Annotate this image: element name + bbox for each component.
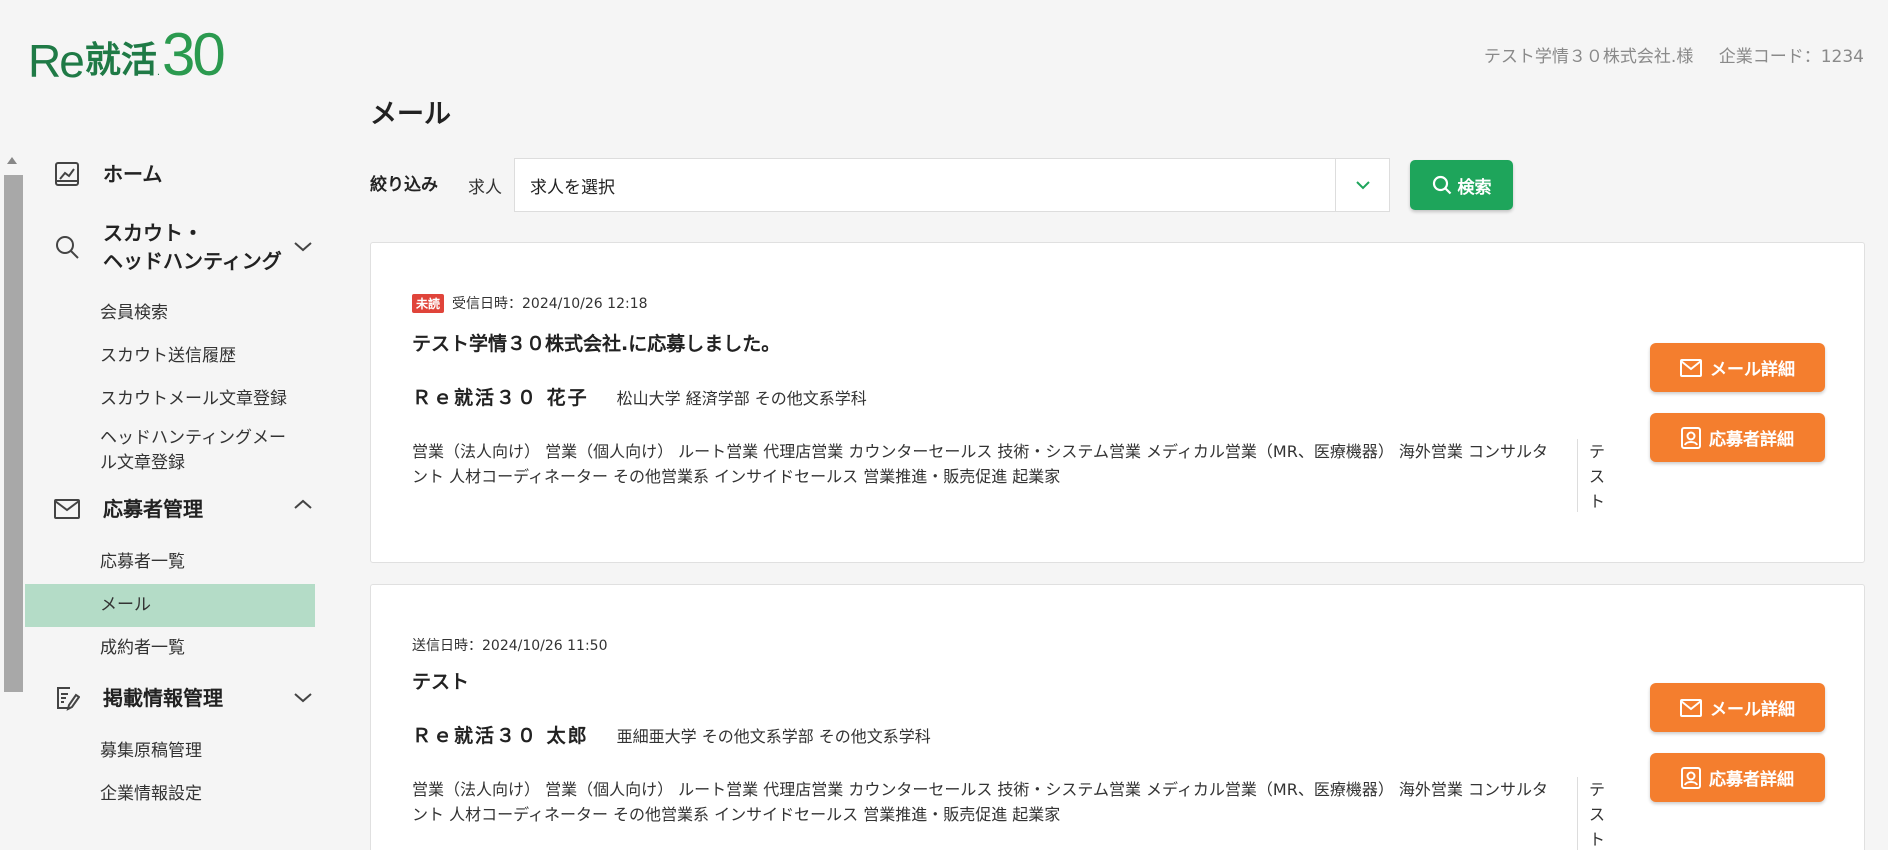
mail-icon (1680, 358, 1702, 377)
home-chart-icon (53, 160, 81, 188)
sidebar: ホーム スカウト・ ヘッドハンティング 会員検索 スカウト送信履歴 スカウトメー… (25, 150, 315, 816)
mail-detail-label: メール詳細 (1710, 360, 1795, 380)
message-date: 送信日時：2024/10/26 11:50 (412, 638, 608, 654)
search-button-label: 検索 (1457, 177, 1492, 198)
sidebar-scout-label: スカウト・ ヘッドハンティング (103, 221, 282, 273)
sidebar-home-label: ホーム (103, 162, 163, 186)
message-meta: 送信日時：2024/10/26 11:50 (412, 635, 608, 655)
mail-detail-button[interactable]: メール詳細 (1650, 343, 1825, 392)
filter-label: 絞り込み (370, 175, 438, 195)
logo-number: 30 (162, 21, 226, 88)
filter-job-label: 求人 (468, 177, 502, 198)
unread-badge: 未読 (412, 293, 445, 313)
mail-icon (53, 495, 81, 523)
company-name: テスト学情３０株式会社.様 (1483, 47, 1694, 67)
scroll-up-arrow-icon[interactable] (7, 157, 17, 164)
sidebar-item-home[interactable]: ホーム (25, 150, 315, 198)
company-code: 企業コード：1234 (1718, 47, 1864, 67)
sidebar-item-scout[interactable]: スカウト・ ヘッドハンティング (25, 216, 315, 278)
sidebar-item-headhunting-template[interactable]: ヘッドハンティングメー ル文章登録 (25, 421, 315, 481)
logo-prefix: Re (28, 35, 85, 87)
message-card: 未読 受信日時：2024/10/26 12:18 テスト学情３０株式会社.に応募… (370, 242, 1865, 563)
message-meta: 未読 受信日時：2024/10/26 12:18 (412, 293, 648, 313)
brand-logo[interactable]: Re 就活 . 30 (28, 21, 226, 88)
search-icon (53, 233, 81, 261)
chevron-up-icon[interactable] (291, 493, 315, 517)
scroll-thumb[interactable] (4, 175, 23, 692)
desired-jobs: 営業（法人向け） 営業（個人向け） ルート営業 代理店営業 カウンターセールス … (412, 442, 1549, 486)
divider (1577, 777, 1578, 850)
sidebar-item-member-search[interactable]: 会員検索 (25, 292, 315, 335)
sidebar-applicants-label: 応募者管理 (103, 497, 203, 521)
search-button[interactable]: 検索 (1410, 160, 1513, 210)
sidebar-listing-label: 掲載情報管理 (103, 686, 223, 710)
sidebar-scrollbar[interactable] (0, 153, 25, 850)
job-tag: テスト (1589, 442, 1606, 511)
filter-bar: 絞り込み 求人 求人を選択 検索 (370, 158, 1513, 212)
sidebar-item-mail[interactable]: メール (25, 584, 315, 627)
applicant-detail-button[interactable]: 応募者詳細 (1650, 413, 1825, 462)
message-date: 受信日時：2024/10/26 12:18 (452, 296, 648, 312)
applicant-info: Ｒｅ就活３０ 花子 松山大学 経済学部 その他文系学科 (412, 383, 867, 410)
applicant-name: Ｒｅ就活３０ 花子 (412, 387, 589, 409)
mail-icon (1680, 698, 1702, 717)
applicant-info: Ｒｅ就活３０ 太郎 亜細亜大学 その他文系学部 その他文系学科 (412, 721, 931, 748)
logo-kanji: 就活 (84, 40, 157, 81)
company-info: テスト学情３０株式会社.様 企業コード：1234 (1484, 42, 1864, 67)
applicant-school: 亜細亜大学 その他文系学部 その他文系学科 (616, 727, 931, 746)
mail-detail-button[interactable]: メール詳細 (1650, 683, 1825, 732)
job-select-value: 求人を選択 (530, 177, 615, 198)
sidebar-item-scout-history[interactable]: スカウト送信履歴 (25, 335, 315, 378)
message-card: 送信日時：2024/10/26 11:50 テスト Ｒｅ就活３０ 太郎 亜細亜大… (370, 584, 1865, 850)
logo-dot: . (156, 67, 161, 78)
chevron-down-icon[interactable] (291, 235, 315, 259)
sidebar-item-listing[interactable]: 掲載情報管理 (25, 674, 315, 722)
chevron-down-icon[interactable] (1335, 159, 1389, 211)
sidebar-item-applicant-list[interactable]: 応募者一覧 (25, 541, 315, 584)
edit-document-icon (53, 684, 81, 712)
message-subject: テスト (412, 671, 470, 693)
job-select[interactable]: 求人を選択 (514, 158, 1390, 212)
message-subject: テスト学情３０株式会社.に応募しました。 (412, 333, 781, 355)
search-icon (1432, 175, 1451, 195)
sidebar-item-company-settings[interactable]: 企業情報設定 (25, 773, 315, 816)
applicant-detail-button[interactable]: 応募者詳細 (1650, 753, 1825, 802)
mail-detail-label: メール詳細 (1710, 700, 1795, 720)
sidebar-item-applicants[interactable]: 応募者管理 (25, 485, 315, 533)
applicant-detail-label: 応募者詳細 (1709, 430, 1794, 450)
sidebar-item-job-posts[interactable]: 募集原稿管理 (25, 730, 315, 773)
page-title: メール (370, 99, 451, 130)
profile-icon (1681, 766, 1701, 789)
applicant-name: Ｒｅ就活３０ 太郎 (412, 725, 589, 747)
chevron-down-icon[interactable] (291, 686, 315, 710)
job-tag: テスト (1589, 780, 1606, 849)
desired-jobs: 営業（法人向け） 営業（個人向け） ルート営業 代理店営業 カウンターセールス … (412, 780, 1549, 824)
profile-icon (1681, 426, 1701, 449)
sidebar-item-contracted-list[interactable]: 成約者一覧 (25, 627, 315, 670)
applicant-school: 松山大学 経済学部 その他文系学科 (616, 389, 867, 408)
divider (1577, 439, 1578, 512)
sidebar-item-scout-template[interactable]: スカウトメール文章登録 (25, 378, 315, 421)
applicant-detail-label: 応募者詳細 (1709, 770, 1794, 790)
